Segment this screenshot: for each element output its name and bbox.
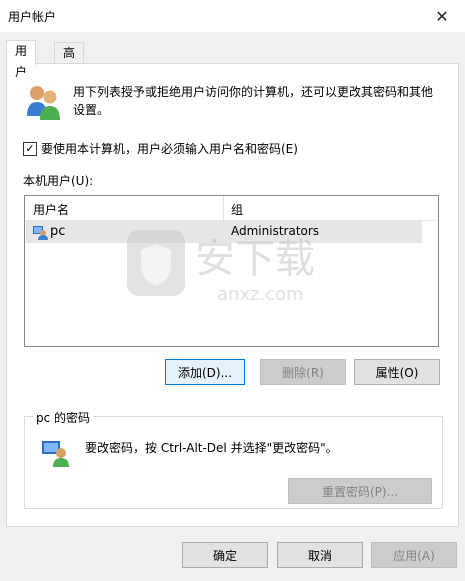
remove-button[interactable]: 删除(R) <box>260 359 346 385</box>
close-button[interactable]: ✕ <box>419 0 465 32</box>
cancel-button[interactable]: 取消 <box>277 542 363 568</box>
password-group: pc 的密码 要改密码，按 Ctrl-Alt-Del 并选择"更改密码"。 重置… <box>24 409 443 509</box>
user-password-icon <box>42 441 69 467</box>
watermark-shield-icon: 安下载 anxz.com <box>127 230 315 305</box>
add-button[interactable]: 添加(D)... <box>165 359 245 385</box>
listview-header: 用户名 组 <box>25 196 438 221</box>
tab-panel-users: 用下列表授予或拒绝用户访问你的计算机，还可以更改其密码和其他设置。 ✓ 要使用本… <box>6 63 459 527</box>
window-title: 用户帐户 <box>8 10 57 24</box>
password-instructions: 要改密码，按 Ctrl-Alt-Del 并选择"更改密码"。 <box>85 441 338 455</box>
watermark-subtext: anxz.com <box>217 284 304 305</box>
column-header-group[interactable]: 组 <box>231 201 243 218</box>
watermark: 安下载 anxz.com <box>125 226 365 306</box>
require-login-row[interactable]: ✓ 要使用本计算机，用户必须输入用户名和密码(E) <box>23 140 298 157</box>
users-icon <box>27 86 60 120</box>
reset-password-button[interactable]: 重置密码(P)... <box>288 478 432 504</box>
apply-button[interactable]: 应用(A) <box>371 542 457 568</box>
users-listview[interactable]: 用户名 组 pc Administrators 安下载 anxz.com <box>24 195 439 347</box>
require-login-label: 要使用本计算机，用户必须输入用户名和密码(E) <box>41 142 298 156</box>
row-username: pc <box>50 224 66 239</box>
require-login-checkbox[interactable]: ✓ <box>23 141 37 156</box>
close-icon: ✕ <box>435 6 449 26</box>
watermark-text: 安下载 <box>195 236 315 282</box>
ok-button[interactable]: 确定 <box>182 542 268 568</box>
password-group-title: pc 的密码 <box>33 409 94 426</box>
local-users-label: 本机用户(U): <box>23 174 94 188</box>
column-divider[interactable] <box>223 196 224 220</box>
intro-text: 用下列表授予或拒绝用户访问你的计算机，还可以更改其密码和其他设置。 <box>73 85 434 117</box>
user-account-icon <box>33 226 48 240</box>
column-header-username[interactable]: 用户名 <box>33 201 69 218</box>
properties-button[interactable]: 属性(O) <box>354 359 440 385</box>
tab-users[interactable]: 用户 <box>6 40 37 79</box>
title-bar: 用户帐户 ✕ <box>0 0 465 32</box>
tab-advanced[interactable]: 高级 <box>54 42 85 81</box>
